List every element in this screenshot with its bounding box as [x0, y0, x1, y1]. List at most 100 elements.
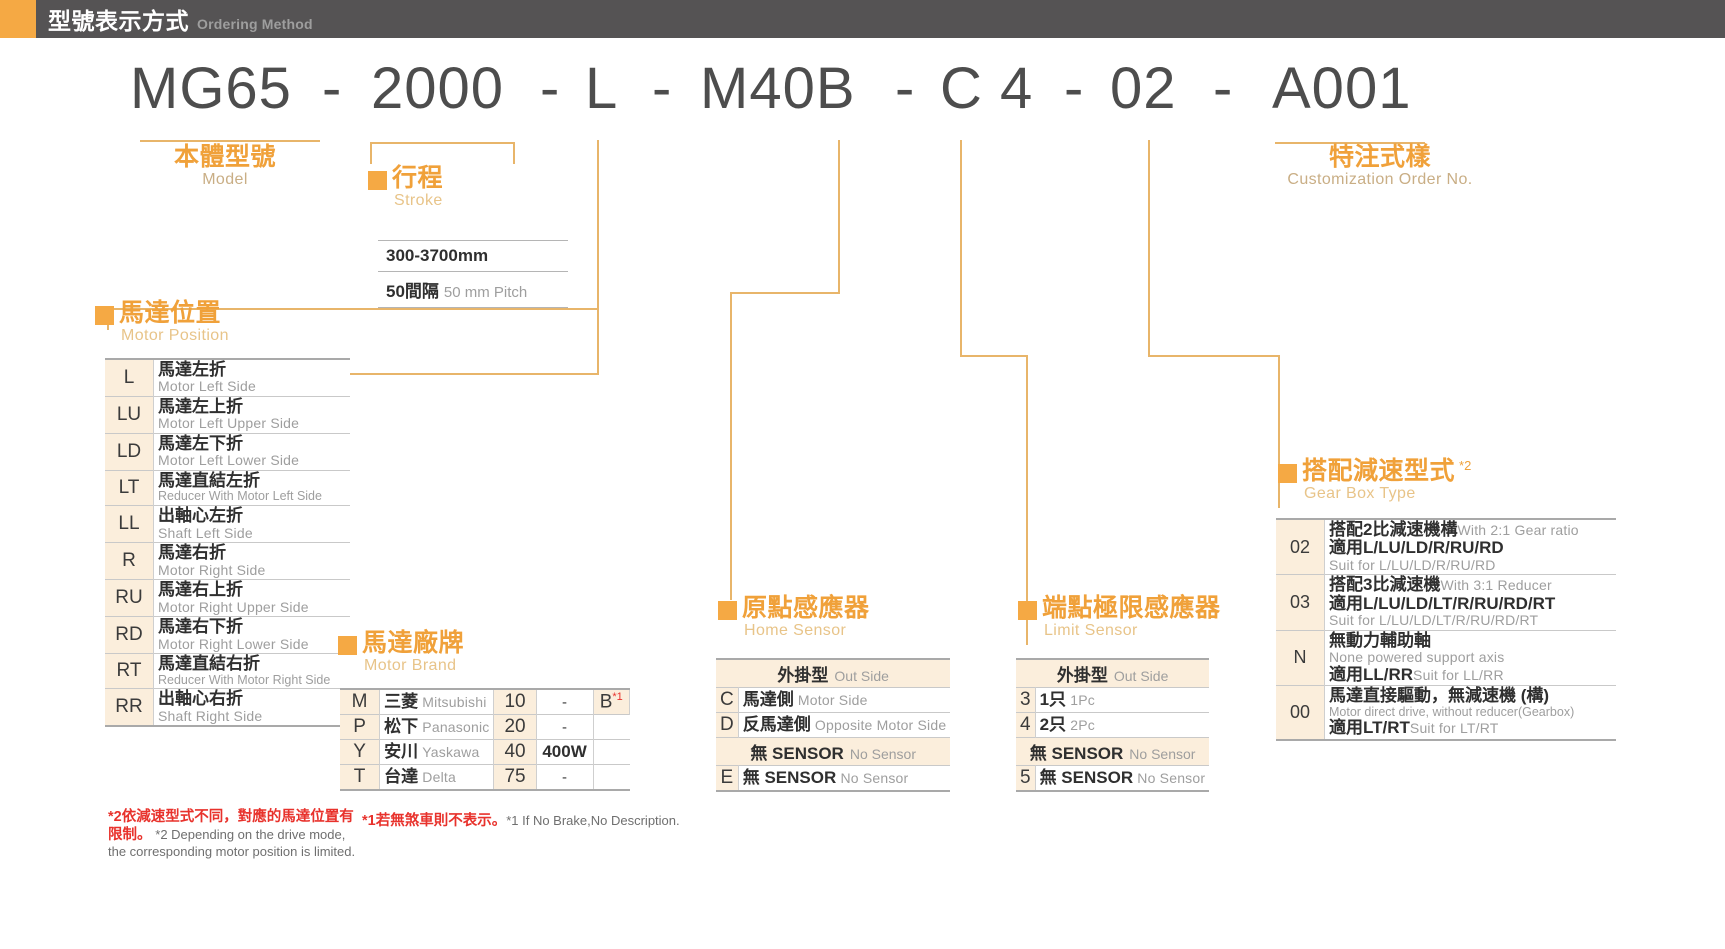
motor-brand-name-en: Yaskawa [422, 744, 480, 761]
motor-brand-name-en: Delta [422, 769, 456, 786]
gear-box-desc-zh1: 搭配2比減速機構 [1329, 520, 1458, 539]
motor-position-desc-en: Motor Right Upper Side [158, 598, 309, 615]
table-row: RT 馬達直結右折 Reducer With Motor Right Side [105, 653, 350, 689]
gear-box-code: 03 [1276, 574, 1325, 631]
code-segment-custom: A001 [1272, 56, 1412, 121]
connector-gear-h [1148, 355, 1278, 357]
stroke-row-pitch: 50間隔 50 mm Pitch [378, 272, 568, 307]
motor-brand-watt: 400W [536, 739, 594, 765]
gear-box-code: 00 [1276, 685, 1325, 740]
limit-sensor-desc-zh: 2只 [1039, 714, 1067, 734]
gear-box-desc-line3: 適用LT/RTSuit for LT/RT [1329, 719, 1612, 737]
home-sensor-code: E [716, 765, 739, 791]
section-gear-box-title-en: Gear Box Type [1304, 485, 1416, 503]
section-model-title-zh: 本體型號 [173, 143, 276, 171]
home-sensor-nosensor-header-en: No Sensor [849, 746, 916, 762]
bullet-square-icon [1278, 464, 1297, 483]
table-row: T 台達 Delta 75 - [340, 764, 630, 791]
motor-brand-brake [593, 739, 630, 765]
table-row: L 馬達左折 Motor Left Side [105, 359, 350, 397]
home-sensor-desc: 馬達側 Motor Side [738, 687, 951, 713]
section-home-sensor-title-zh: 原點感應器 [742, 594, 870, 622]
motor-position-desc-en: Motor Left Lower Side [158, 452, 300, 469]
limit-sensor-table: 外掛型 Out Side 3 1只 1Pc 4 2只 2Pc 無 SENSOR [1016, 658, 1210, 792]
section-model-title-en: Model [202, 171, 248, 189]
motor-position-desc-zh: 出軸心左折 [158, 506, 243, 526]
section-home-sensor: 原點感應器 Home Sensor [718, 595, 870, 640]
code-dash-2: - [540, 56, 560, 121]
page-header: 型號表示方式 Ordering Method [0, 0, 1725, 38]
motor-brand-watt: - [536, 689, 594, 715]
gear-box-desc: 馬達直接驅動，無減速機 (構) Motor direct drive, with… [1324, 685, 1616, 740]
motor-position-desc-zh: 馬達直結左折 [158, 471, 260, 491]
motor-position-code: RT [105, 653, 154, 689]
home-sensor-desc-zh: 無 SENSOR [742, 767, 837, 787]
bullet-square-icon [338, 636, 357, 655]
section-motor-brand-title-zh: 馬達廠牌 [362, 629, 465, 657]
table-row: R 馬達右折 Motor Right Side [105, 542, 350, 580]
table-row: Y 安川 Yaskawa 40 400W [340, 739, 630, 765]
table-row: 4 2只 2Pc [1016, 712, 1210, 738]
page-title-zh: 型號表示方式 [48, 8, 189, 34]
header-title-bar: 型號表示方式 Ordering Method [36, 0, 1725, 38]
motor-position-desc-zh: 馬達直結右折 [158, 654, 260, 674]
connector-home-v1 [838, 140, 840, 292]
section-limit-sensor-title: 端點極限感應器 [1018, 595, 1221, 621]
home-sensor-desc-en: Opposite Motor Side [814, 716, 947, 733]
motor-position-desc-zh: 馬達左下折 [158, 434, 243, 454]
section-gear-box-title-zh: 搭配減速型式 [1302, 457, 1456, 485]
home-sensor-desc-en: Motor Side [797, 691, 868, 708]
connector-motorpos-h [345, 373, 599, 375]
gear-box-desc-zh1: 馬達直接驅動，無減速機 (構) [1329, 686, 1550, 706]
motor-position-desc: 馬達右上折 Motor Right Upper Side [153, 579, 350, 617]
code-segment-motorpos: L [585, 56, 619, 121]
limit-sensor-nosensor-header-en: No Sensor [1129, 746, 1196, 762]
gear-box-desc-zh1: 無動力輔助軸 [1329, 630, 1431, 650]
stroke-row-range: 300-3700mm [378, 241, 568, 271]
section-motor-brand-title: 馬達廠牌 [338, 630, 464, 656]
section-stroke-title-en: Stroke [394, 192, 443, 210]
gear-box-code: 02 [1276, 519, 1325, 575]
connector-model-h [140, 140, 320, 142]
motor-brand-watt-code: 20 [493, 714, 537, 740]
motor-brand-brake [593, 714, 630, 740]
stroke-rule-bottom [378, 307, 568, 308]
gear-box-code: N [1276, 630, 1325, 686]
table-header-row: 無 SENSOR No Sensor [716, 737, 951, 766]
limit-sensor-desc-zh: 1只 [1039, 689, 1067, 709]
gear-box-desc-en1: With 3:1 Reducer [1440, 577, 1552, 594]
section-customization-title-en: Customization Order No. [1287, 171, 1473, 189]
motor-position-code: L [105, 359, 154, 397]
motor-brand-brake [593, 764, 630, 791]
motor-position-desc-zh: 馬達右折 [158, 543, 226, 563]
motor-position-code: LU [105, 396, 154, 434]
limit-sensor-group-header: 外掛型 Out Side [1016, 659, 1210, 688]
motor-brand-name: 台達 Delta [379, 764, 495, 791]
code-dash-5: - [1064, 56, 1084, 121]
motor-position-desc: 馬達左下折 Motor Left Lower Side [153, 433, 350, 471]
motor-position-desc-en: Motor Right Lower Side [158, 635, 309, 652]
table-row: 00 馬達直接驅動，無減速機 (構) Motor direct drive, w… [1276, 685, 1616, 740]
gear-box-desc: 無動力輔助軸 None powered support axis 適用LL/RR… [1324, 630, 1616, 686]
motor-position-code: LD [105, 433, 154, 471]
ordering-method-page: 型號表示方式 Ordering Method MG65 - 2000 - L - … [0, 0, 1725, 949]
motor-brand-brake: B*1 [593, 689, 631, 715]
connector-motorpos-v [597, 140, 599, 373]
table-header-row: 無 SENSOR No Sensor [1016, 737, 1210, 766]
connector-stroke-h [370, 142, 515, 144]
section-customization-title-zh: 特注式樣 [1328, 143, 1431, 171]
motor-brand-footnote-en: *1 If No Brake,No Description. [506, 813, 680, 828]
motor-position-desc: 馬達直結右折 Reducer With Motor Right Side [153, 653, 350, 689]
limit-sensor-code: 3 [1016, 687, 1036, 713]
motor-position-desc-zh: 馬達右下折 [158, 617, 243, 637]
code-segment-gearbox: 02 [1110, 56, 1177, 121]
page-title-en: Ordering Method [197, 16, 313, 32]
home-sensor-desc: 無 SENSOR No Sensor [738, 765, 951, 791]
table-row: LD 馬達左下折 Motor Left Lower Side [105, 433, 350, 471]
table-row: C 馬達側 Motor Side [716, 687, 951, 713]
motor-brand-table: M 三菱 Mitsubishi 10 - B*1 P 松下 Panasonic … [340, 688, 631, 791]
gear-box-desc: 搭配3比減速機With 3:1 Reducer 適用L/LU/LD/LT/R/R… [1324, 574, 1616, 631]
motor-brand-name-en: Mitsubishi [422, 693, 487, 710]
section-motor-position-title-zh: 馬達位置 [119, 299, 222, 327]
home-sensor-desc-en: No Sensor [840, 769, 909, 786]
